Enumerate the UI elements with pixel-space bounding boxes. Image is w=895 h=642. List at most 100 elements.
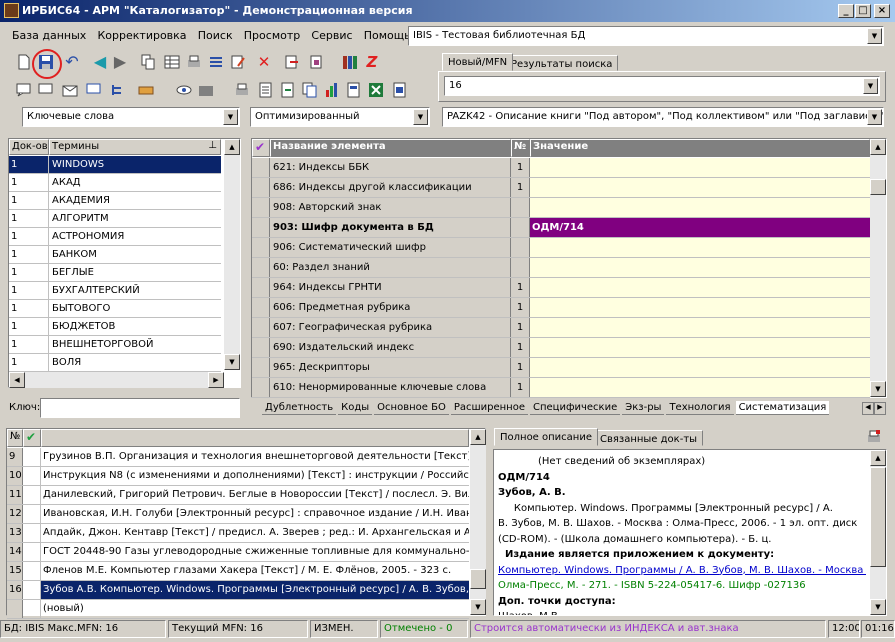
field-row[interactable]: 621: Индексы ББК 1 bbox=[252, 158, 870, 178]
record-row[interactable]: 12 Ивановская, И.Н. Голуби [Электронный р… bbox=[7, 505, 469, 524]
record-row[interactable]: (новый) bbox=[7, 600, 469, 619]
tab-technology[interactable]: Технология bbox=[666, 401, 734, 415]
grid-icon[interactable] bbox=[162, 52, 182, 72]
tab-main-bo[interactable]: Основное БО bbox=[374, 401, 449, 415]
fields-header-value[interactable]: Значение bbox=[530, 139, 870, 157]
view-icon[interactable] bbox=[174, 80, 194, 100]
z3950-icon[interactable]: Z bbox=[362, 52, 382, 72]
term-row[interactable]: 1 АЛГОРИТМ bbox=[9, 210, 221, 228]
tab-codes[interactable]: Коды bbox=[338, 401, 373, 415]
copy-record-icon[interactable] bbox=[138, 52, 158, 72]
term-row[interactable]: 1 АСТРОНОМИЯ bbox=[9, 228, 221, 246]
field-row[interactable]: 690: Издательский индекс 1 bbox=[252, 338, 870, 358]
term-row[interactable]: 1 АКАДЕМИЯ bbox=[9, 192, 221, 210]
tab-full-description[interactable]: Полное описание bbox=[494, 428, 598, 446]
record-check[interactable] bbox=[23, 524, 41, 542]
key-input[interactable] bbox=[40, 398, 240, 418]
word-icon[interactable] bbox=[390, 80, 410, 100]
term-row[interactable]: 1 WINDOWS bbox=[9, 156, 221, 174]
field-value[interactable] bbox=[530, 198, 870, 217]
terms-vscroll[interactable]: ▲ ▼ bbox=[224, 139, 240, 370]
scroll-thumb[interactable] bbox=[870, 179, 886, 195]
field-row[interactable]: 607: Географическая рубрика 1 bbox=[252, 318, 870, 338]
records-header-num[interactable]: № bbox=[7, 429, 23, 447]
scroll-left-icon[interactable]: ◀ bbox=[862, 402, 874, 415]
record-check[interactable] bbox=[23, 543, 41, 561]
record-row[interactable]: 13 Апдайк, Джон. Кентавр [Текст] / предис… bbox=[7, 524, 469, 543]
excel-icon[interactable] bbox=[366, 80, 386, 100]
field-value[interactable] bbox=[530, 318, 870, 337]
fields-header-name[interactable]: Название элемента bbox=[270, 139, 511, 157]
term-row[interactable]: 1 БАНКОМ bbox=[9, 246, 221, 264]
field-row[interactable]: 60: Раздел знаний bbox=[252, 258, 870, 278]
scroll-right-icon[interactable]: ▶ bbox=[874, 402, 886, 415]
comment-icon[interactable] bbox=[84, 80, 104, 100]
term-row[interactable]: 1 БУХГАЛТЕРСКИЙ bbox=[9, 282, 221, 300]
field-value[interactable] bbox=[530, 298, 870, 317]
field-value[interactable] bbox=[530, 358, 870, 377]
list-edit-icon[interactable] bbox=[206, 52, 226, 72]
scroll-up-icon[interactable]: ▲ bbox=[470, 429, 486, 445]
menu-database[interactable]: База данных bbox=[8, 27, 90, 44]
tab-specific[interactable]: Специфические bbox=[529, 401, 621, 415]
menu-view[interactable]: Просмотр bbox=[240, 27, 304, 44]
field-value[interactable] bbox=[530, 338, 870, 357]
folder-icon[interactable] bbox=[196, 80, 216, 100]
close-button[interactable]: × bbox=[874, 4, 890, 18]
edit-icon[interactable] bbox=[228, 52, 248, 72]
field-value[interactable] bbox=[530, 378, 870, 397]
field-value[interactable] bbox=[530, 158, 870, 177]
record-row[interactable]: 15 Фленов М.Е. Компьютер глазами Хакера [… bbox=[7, 562, 469, 581]
search-message-icon[interactable] bbox=[14, 80, 34, 100]
worksheet-select[interactable]: PAZK42 - Описание книги "Под автором", "… bbox=[442, 107, 884, 127]
tab-related-docs[interactable]: Связанные док-ты bbox=[594, 430, 704, 446]
delete-icon[interactable]: ✕ bbox=[254, 52, 274, 72]
checkmark-icon[interactable]: ✔ bbox=[252, 139, 270, 157]
chevron-down-icon[interactable]: ▼ bbox=[223, 109, 238, 125]
fields-header-num[interactable]: № bbox=[511, 139, 530, 157]
record-check[interactable] bbox=[23, 505, 41, 523]
menu-service[interactable]: Сервис bbox=[307, 27, 356, 44]
chevron-down-icon[interactable]: ▼ bbox=[867, 109, 882, 125]
new-record-icon[interactable] bbox=[14, 52, 34, 72]
term-row[interactable]: 1 БЫТОВОГО bbox=[9, 300, 221, 318]
scroll-down-icon[interactable]: ▼ bbox=[870, 599, 886, 615]
field-value[interactable] bbox=[530, 238, 870, 257]
tab-search-results[interactable]: Результаты поиска bbox=[505, 55, 619, 71]
tab-systematization[interactable]: Систематизация bbox=[735, 401, 830, 415]
tab-new-mfn[interactable]: Новый/MFN bbox=[442, 53, 514, 71]
maximize-button[interactable]: □ bbox=[855, 4, 871, 18]
tab-extended[interactable]: Расширенное bbox=[450, 401, 528, 415]
minimize-button[interactable]: _ bbox=[838, 4, 854, 18]
mail-icon[interactable] bbox=[60, 80, 80, 100]
record-check[interactable] bbox=[23, 448, 41, 466]
report-icon[interactable] bbox=[344, 80, 364, 100]
scroll-left-icon[interactable]: ◀ bbox=[9, 372, 25, 388]
chevron-down-icon[interactable]: ▼ bbox=[863, 78, 878, 94]
record-row[interactable]: 11 Данилевский, Григорий Петрович. Беглые… bbox=[7, 486, 469, 505]
print-description-icon[interactable] bbox=[866, 430, 884, 446]
record-check[interactable] bbox=[23, 600, 41, 618]
printer-icon[interactable] bbox=[232, 80, 252, 100]
term-row[interactable]: 1 БЮДЖЕТОВ bbox=[9, 318, 221, 336]
term-row[interactable]: 1 БЕГЛЫЕ bbox=[9, 264, 221, 282]
undo-icon[interactable]: ↶ bbox=[62, 52, 82, 72]
scroll-up-icon[interactable]: ▲ bbox=[870, 139, 886, 155]
record-row[interactable]: 14 ГОСТ 20448-90 Газы углеводородные сжиж… bbox=[7, 543, 469, 562]
mfn-input[interactable]: 16 ▼ bbox=[444, 76, 880, 96]
field-row[interactable]: 965: Дескрипторы 1 bbox=[252, 358, 870, 378]
terms-header-count[interactable]: Док-ов bbox=[9, 139, 49, 155]
field-row[interactable]: 686: Индексы другой классификации 1 bbox=[252, 178, 870, 198]
field-value[interactable]: ОДМ/714 bbox=[530, 218, 870, 237]
scroll-down-icon[interactable]: ▼ bbox=[224, 354, 240, 370]
term-row[interactable]: 1 ВОЛЯ bbox=[9, 354, 221, 372]
scroll-right-icon[interactable]: ▶ bbox=[208, 372, 224, 388]
handshake-icon[interactable] bbox=[136, 80, 156, 100]
term-row[interactable]: 1 ВНЕШНЕТОРГОВОЙ bbox=[9, 336, 221, 354]
chevron-down-icon[interactable]: ▼ bbox=[413, 109, 428, 125]
export-icon[interactable] bbox=[306, 52, 326, 72]
chart-icon[interactable] bbox=[322, 80, 342, 100]
scroll-thumb[interactable] bbox=[870, 467, 886, 567]
pin-icon[interactable]: ⊥ bbox=[208, 140, 217, 151]
description-line[interactable]: Компьютер. Windows. Программы / А. В. Зу… bbox=[498, 563, 866, 579]
